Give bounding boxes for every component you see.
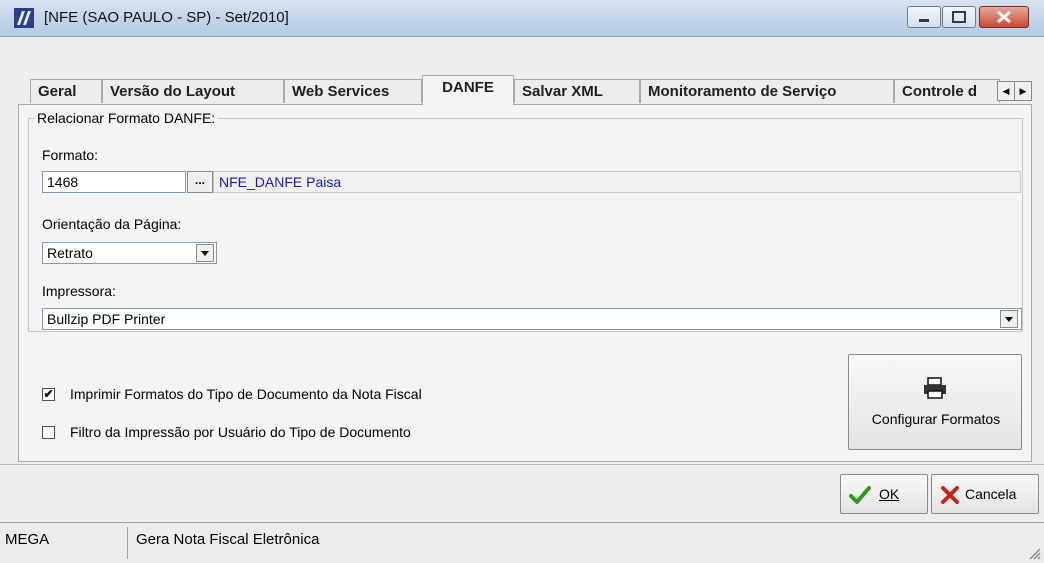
filtro-impressao-checkbox[interactable] (42, 426, 55, 439)
close-button[interactable] (979, 6, 1029, 28)
resize-grip-icon[interactable] (1027, 546, 1041, 560)
tab-geral[interactable]: Geral (30, 79, 102, 103)
cancel-button[interactable]: Cancela (931, 474, 1039, 514)
tab-web-services[interactable]: Web Services (284, 79, 422, 103)
configurar-formatos-label: Configurar Formatos (871, 411, 1001, 427)
tab-danfe[interactable]: DANFE (422, 75, 514, 105)
dialog-window: [NFE (SAO PAULO - SP) - Set/2010] Geral … (0, 0, 1044, 563)
impressora-select[interactable]: Bullzip PDF Printer (42, 308, 1022, 330)
cancel-label: Cancela (965, 486, 1017, 502)
printer-icon (924, 377, 946, 399)
formato-label: Formato: (42, 147, 99, 163)
tab-controle[interactable]: Controle d (894, 79, 1000, 103)
orientacao-select[interactable]: Retrato (42, 242, 217, 264)
impressora-label: Impressora: (42, 283, 116, 299)
minimize-icon (919, 19, 929, 22)
formato-description: NFE_DANFE Paisa (213, 171, 1021, 193)
cancel-x-icon (941, 486, 959, 504)
chevron-right-icon: ▶ (1019, 86, 1027, 96)
orientacao-dropdown-icon[interactable] (196, 244, 214, 262)
tab-label: Monitoramento de Serviço (648, 83, 837, 100)
tab-versao-layout[interactable]: Versão do Layout (102, 79, 284, 103)
checkmark-icon (849, 486, 871, 504)
ok-label: OK (879, 486, 900, 502)
status-bar: MEGA Gera Nota Fiscal Eletrônica (0, 522, 1044, 563)
imprimir-formatos-label[interactable]: Imprimir Formatos do Tipo de Documento d… (70, 386, 422, 402)
maximize-icon (952, 11, 966, 23)
status-description: Gera Nota Fiscal Eletrônica (136, 531, 320, 548)
tab-monitoramento[interactable]: Monitoramento de Serviço (640, 79, 894, 103)
footer-separator (0, 464, 1044, 465)
app-logo-icon (14, 8, 34, 28)
configurar-formatos-button[interactable]: Configurar Formatos (848, 354, 1022, 450)
tab-scroll-right-button[interactable]: ▶ (1014, 81, 1032, 101)
formato-input[interactable]: 1468 (42, 171, 186, 193)
impressora-value: Bullzip PDF Printer (47, 311, 166, 327)
formato-lookup-button[interactable]: ... (187, 171, 213, 193)
tab-label: Versão do Layout (110, 83, 236, 100)
status-company: MEGA (5, 531, 50, 548)
tab-label: Salvar XML (522, 83, 603, 100)
imprimir-formatos-checkbox[interactable]: ✔ (42, 388, 55, 401)
tab-salvar-xml[interactable]: Salvar XML (514, 79, 640, 103)
group-legend: Relacionar Formato DANFE: (34, 110, 219, 126)
minimize-button[interactable] (907, 6, 941, 28)
orientacao-value: Retrato (47, 245, 93, 261)
tab-label: DANFE (442, 79, 494, 96)
tab-label: Geral (38, 83, 77, 100)
chevron-left-icon: ◀ (1002, 86, 1010, 96)
orientacao-label: Orientação da Página: (42, 216, 182, 232)
tab-scroll-left-button[interactable]: ◀ (997, 81, 1015, 101)
maximize-button[interactable] (942, 6, 976, 28)
tab-label: Controle d (902, 83, 977, 100)
impressora-dropdown-icon[interactable] (1000, 310, 1018, 328)
tab-label: Web Services (292, 83, 390, 100)
status-divider (127, 527, 128, 559)
close-icon (997, 10, 1011, 24)
ok-button[interactable]: OK (840, 474, 928, 514)
filtro-impressao-label[interactable]: Filtro da Impressão por Usuário do Tipo … (70, 424, 411, 440)
title-bar[interactable]: [NFE (SAO PAULO - SP) - Set/2010] (0, 0, 1044, 37)
window-title: [NFE (SAO PAULO - SP) - Set/2010] (44, 9, 289, 26)
